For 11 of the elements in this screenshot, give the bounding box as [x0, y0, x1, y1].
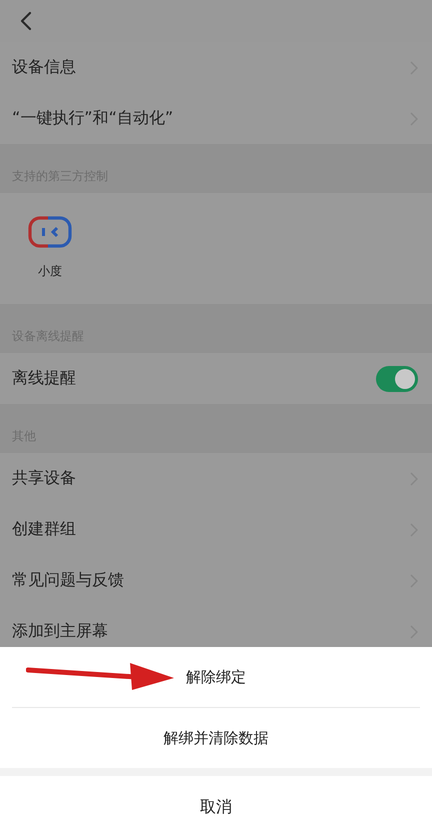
row-label: 设备信息 — [12, 57, 76, 78]
robot-face-icon[interactable] — [28, 215, 72, 249]
row-label: “一键执行”和“自动化” — [12, 108, 174, 129]
row-label: 共享设备 — [12, 468, 76, 489]
back-icon[interactable] — [20, 11, 32, 31]
app-label: 小度 — [38, 263, 62, 280]
row-label: 常见问题与反馈 — [12, 570, 124, 591]
toggle-switch[interactable] — [376, 366, 418, 392]
row-label: 离线提醒 — [12, 368, 76, 389]
row-label: 添加到主屏幕 — [12, 621, 108, 642]
row-label: 创建群组 — [12, 519, 76, 540]
